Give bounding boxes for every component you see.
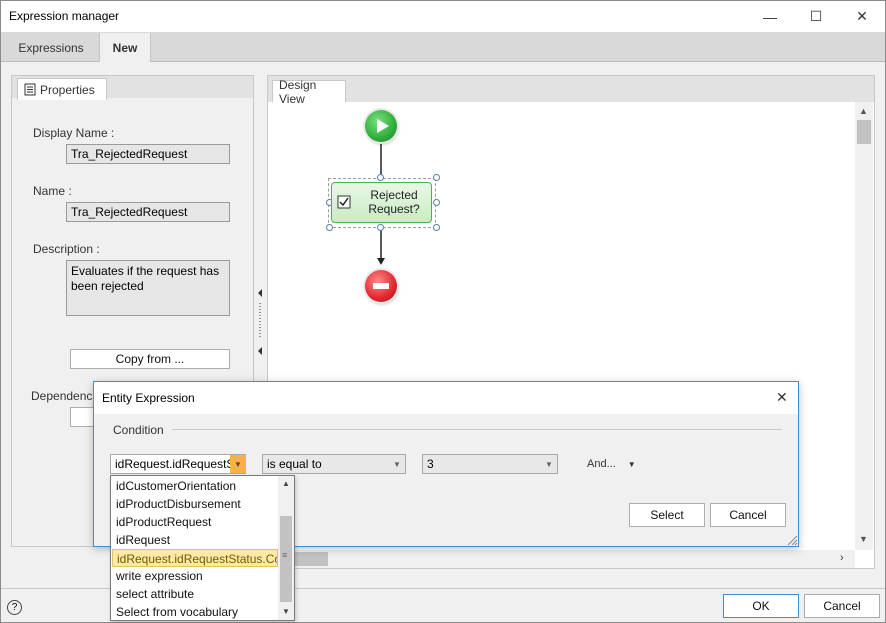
resize-handle[interactable] (433, 199, 440, 206)
dialog-cancel-button[interactable]: Cancel (710, 503, 786, 527)
minimize-icon: — (763, 8, 777, 25)
description-label: Description : (33, 242, 100, 256)
stop-icon (373, 283, 389, 289)
and-label: And... (587, 458, 616, 470)
rejected-request-node[interactable]: Rejected Request? (331, 182, 432, 223)
resize-handle[interactable] (377, 224, 384, 231)
play-icon (377, 119, 389, 133)
dialog-close-icon[interactable]: ✕ (776, 389, 788, 406)
operator-dropdown-arrow-icon[interactable]: ▼ (389, 455, 405, 473)
list-item[interactable]: Select from vocabulary (112, 603, 278, 621)
resize-grip-icon[interactable] (786, 534, 798, 546)
maximize-button[interactable]: ☐ (793, 1, 839, 32)
tab-expressions[interactable]: Expressions (3, 33, 99, 62)
and-menu[interactable]: And... ▼ (587, 458, 636, 471)
resize-handle[interactable] (433, 224, 440, 231)
condition-divider (172, 429, 782, 430)
vertical-scrollbar[interactable]: ▲ ▼ (855, 102, 873, 550)
select-button[interactable]: Select (629, 503, 705, 527)
condition-label: Condition (113, 423, 164, 437)
maximize-icon: ☐ (809, 8, 823, 24)
cancel-button[interactable]: Cancel (804, 594, 880, 618)
dialog-title-bar: Entity Expression ✕ (94, 382, 798, 414)
resize-handle[interactable] (326, 224, 333, 231)
window-title: Expression manager (9, 9, 120, 23)
horizontal-scrollbar[interactable]: › (268, 550, 855, 568)
attribute-combo[interactable]: idRequest.idRequestS (110, 454, 246, 474)
close-window-button[interactable]: ✕ (839, 1, 885, 32)
list-item[interactable]: write expression (112, 567, 278, 585)
node-label: Rejected Request? (368, 188, 420, 216)
end-node[interactable] (365, 270, 397, 302)
name-field[interactable]: Tra_RejectedRequest (66, 202, 230, 222)
resize-handle[interactable] (433, 174, 440, 181)
list-item[interactable]: idProductRequest (112, 513, 278, 531)
list-item[interactable]: idCustomerOrientation (112, 477, 278, 495)
properties-tab[interactable]: Properties (17, 78, 107, 100)
dropdown-scroll-up-icon[interactable]: ▲ (282, 479, 290, 488)
properties-icon (24, 83, 36, 96)
operator-combo[interactable]: is equal to (262, 454, 406, 474)
description-field[interactable]: Evaluates if the request has been reject… (66, 260, 230, 316)
name-label: Name : (33, 184, 72, 198)
ok-button[interactable]: OK (723, 594, 799, 618)
tab-new[interactable]: New (99, 33, 151, 62)
and-chevron-down-icon: ▼ (627, 460, 636, 469)
copy-from-button[interactable]: Copy from ... (70, 349, 230, 369)
dropdown-scroll-thumb[interactable]: ≡ (280, 516, 292, 602)
start-node[interactable] (365, 110, 397, 142)
attribute-dropdown-list: idCustomerOrientation idProductDisbursem… (110, 475, 295, 621)
display-name-label: Display Name : (33, 126, 115, 140)
comparison-value-combo[interactable]: 3 (422, 454, 558, 474)
display-name-field[interactable]: Tra_RejectedRequest (66, 144, 230, 164)
dropdown-scrollbar[interactable]: ▲ ≡ ▼ (278, 476, 294, 620)
minimize-button[interactable]: — (747, 1, 793, 32)
properties-tab-label: Properties (40, 82, 95, 97)
list-item[interactable]: idProductDisbursement (112, 495, 278, 513)
scroll-down-icon[interactable]: ▼ (859, 534, 868, 544)
list-item[interactable]: idRequest (112, 531, 278, 549)
attribute-combo-value: idRequest.idRequestS (115, 457, 235, 471)
title-bar: Expression manager — ☐ ✕ (1, 1, 885, 32)
operator-combo-value: is equal to (267, 457, 322, 471)
resize-handle[interactable] (377, 174, 384, 181)
attribute-dropdown-arrow-icon[interactable]: ▼ (230, 455, 246, 473)
scroll-right-icon[interactable]: › (840, 552, 844, 564)
grip-icon: ≡ (282, 550, 288, 560)
vertical-scroll-thumb[interactable] (857, 120, 871, 144)
list-item[interactable]: select attribute (112, 585, 278, 603)
scroll-up-icon[interactable]: ▲ (859, 106, 868, 116)
help-icon[interactable]: ? (7, 600, 22, 615)
splitter-grip-icon (258, 289, 262, 355)
list-item-selected[interactable]: idRequest.idRequestStatus.Co (112, 549, 278, 567)
close-icon: ✕ (856, 8, 868, 24)
panel-splitter[interactable] (257, 289, 263, 355)
condition-checkbox-icon (337, 195, 351, 209)
dialog-title: Entity Expression (102, 391, 195, 405)
dropdown-scroll-down-icon[interactable]: ▼ (282, 607, 290, 616)
comparison-dropdown-arrow-icon[interactable]: ▼ (541, 455, 557, 473)
comparison-value: 3 (427, 457, 434, 471)
